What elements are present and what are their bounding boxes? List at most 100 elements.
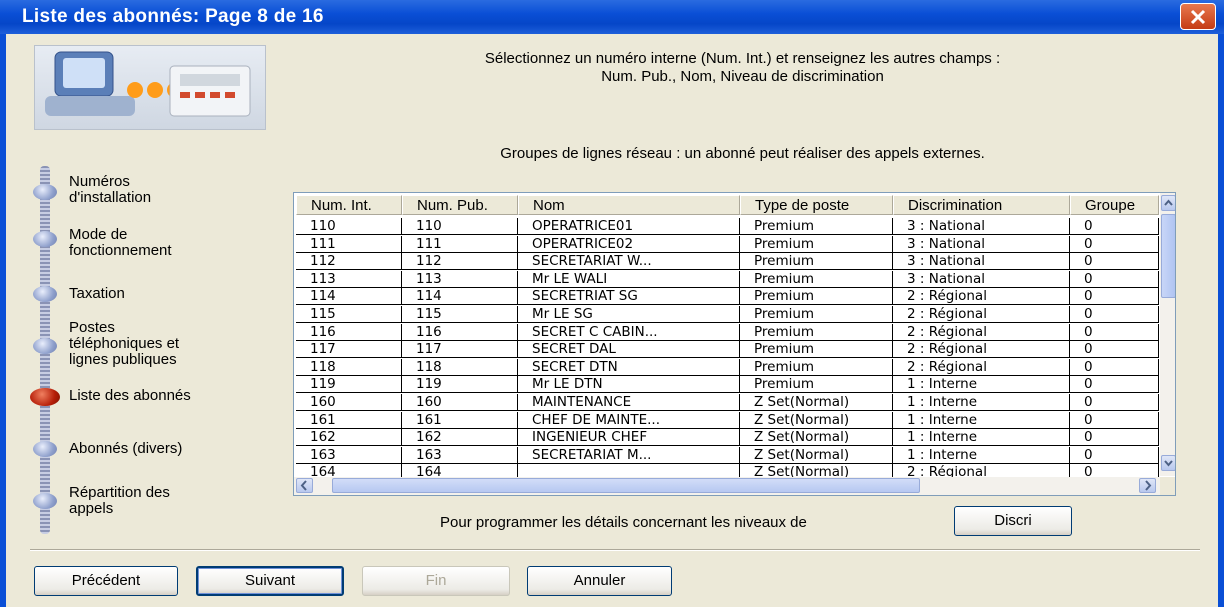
table-row[interactable]: 118 118 SECRET DTN Premium 2 : Régional 0 (294, 358, 1159, 376)
next-button[interactable]: Suivant (196, 566, 344, 596)
table-cell[interactable]: 117 (402, 341, 518, 359)
table-cell[interactable]: 112 (402, 253, 518, 271)
horizontal-scroll-thumb[interactable] (332, 478, 920, 493)
table-cell[interactable]: 116 (402, 323, 518, 341)
cancel-button[interactable]: Annuler (527, 566, 672, 596)
table-cell[interactable]: 117 (296, 341, 402, 359)
table-cell[interactable]: 0 (1070, 270, 1159, 288)
table-cell[interactable]: 162 (402, 429, 518, 447)
table-cell[interactable]: 0 (1070, 323, 1159, 341)
table-cell[interactable]: Premium (740, 376, 893, 394)
table-cell[interactable]: 2 : Régional (893, 323, 1070, 341)
table-cell[interactable]: 112 (296, 253, 402, 271)
table-cell[interactable]: MAINTENANCE (518, 394, 740, 411)
table-cell[interactable]: 116 (296, 323, 402, 341)
table-cell[interactable]: 3 : National (893, 253, 1070, 271)
table-cell[interactable]: Z Set(Normal) (740, 394, 893, 411)
table-cell[interactable]: 161 (402, 411, 518, 429)
table-cell[interactable]: Z Set(Normal) (740, 429, 893, 447)
table-cell[interactable]: 110 (402, 218, 518, 235)
table-cell[interactable]: 119 (402, 376, 518, 394)
scroll-left-button[interactable] (296, 478, 313, 493)
table-cell[interactable]: Z Set(Normal) (740, 411, 893, 429)
table-cell[interactable]: 3 : National (893, 235, 1070, 253)
vertical-scroll-thumb[interactable] (1161, 214, 1175, 298)
table-cell[interactable]: Premium (740, 306, 893, 323)
table-cell[interactable]: Premium (740, 235, 893, 253)
table-cell[interactable]: 114 (402, 288, 518, 306)
table-cell[interactable]: 1 : Interne (893, 376, 1070, 394)
table-cell[interactable]: Mr LE DTN (518, 376, 740, 394)
table-cell[interactable]: Mr LE WALI (518, 270, 740, 288)
table-row[interactable]: 161 161 CHEF DE MAINTE... Z Set(Normal) 1 : … (294, 411, 1159, 429)
col-type-poste[interactable]: Type de poste (740, 195, 893, 215)
table-cell[interactable]: 1 : Interne (893, 446, 1070, 464)
table-cell[interactable]: 0 (1070, 306, 1159, 323)
table-cell[interactable]: 0 (1070, 411, 1159, 429)
table-row[interactable]: 117 117 SECRET DAL Premium 2 : Régional 0 (294, 341, 1159, 359)
scroll-right-button[interactable] (1139, 478, 1156, 493)
table-cell[interactable]: Z Set(Normal) (740, 446, 893, 464)
table-row[interactable]: 111 111 OPERATRICE02 Premium 3 : National 0 (294, 235, 1159, 253)
table-cell[interactable]: 111 (402, 235, 518, 253)
table-row[interactable]: 116 116 SECRET C CABIN... Premium 2 : Région… (294, 323, 1159, 341)
table-cell[interactable]: Premium (740, 270, 893, 288)
table-row[interactable]: 162 162 INGENIEUR CHEF Z Set(Normal) 1 : Int… (294, 429, 1159, 447)
table-cell[interactable]: SECRET DAL (518, 341, 740, 359)
table-cell[interactable]: 0 (1070, 235, 1159, 253)
table-cell[interactable]: CHEF DE MAINTE... (518, 411, 740, 429)
scroll-up-button[interactable] (1161, 195, 1175, 211)
table-cell[interactable]: Premium (740, 253, 893, 271)
table-cell[interactable]: 163 (402, 446, 518, 464)
vertical-scrollbar[interactable] (1160, 193, 1175, 476)
table-cell[interactable]: 0 (1070, 446, 1159, 464)
table-cell[interactable]: SECRET DTN (518, 358, 740, 376)
table-row[interactable]: 115 115 Mr LE SG Premium 2 : Régional 0 (294, 306, 1159, 323)
table-cell[interactable]: 160 (402, 394, 518, 411)
table-cell[interactable]: 118 (402, 358, 518, 376)
table-cell[interactable]: 111 (296, 235, 402, 253)
table-cell[interactable]: 0 (1070, 358, 1159, 376)
table-cell[interactable]: Premium (740, 218, 893, 235)
discri-button[interactable]: Discri (954, 506, 1072, 536)
table-cell[interactable]: 162 (296, 429, 402, 447)
table-cell[interactable]: 1 : Interne (893, 429, 1070, 447)
table-cell[interactable]: 115 (402, 306, 518, 323)
table-cell[interactable]: 2 : Régional (893, 341, 1070, 359)
table-cell[interactable]: 114 (296, 288, 402, 306)
table-cell[interactable]: Premium (740, 288, 893, 306)
table-cell[interactable]: 1 : Interne (893, 411, 1070, 429)
table-cell[interactable]: SECRETARIAT W... (518, 253, 740, 271)
table-cell[interactable]: 113 (296, 270, 402, 288)
table-row[interactable]: 160 160 MAINTENANCE Z Set(Normal) 1 : Intern… (294, 394, 1159, 411)
table-cell[interactable]: 115 (296, 306, 402, 323)
table-cell[interactable]: 161 (296, 411, 402, 429)
table-cell[interactable]: INGENIEUR CHEF (518, 429, 740, 447)
table-cell[interactable]: 2 : Régional (893, 288, 1070, 306)
table-cell[interactable]: 0 (1070, 218, 1159, 235)
table-cell[interactable]: 163 (296, 446, 402, 464)
table-cell[interactable]: 0 (1070, 253, 1159, 271)
table-cell[interactable]: 0 (1070, 394, 1159, 411)
col-discrimination[interactable]: Discrimination (893, 195, 1070, 215)
table-cell[interactable]: Premium (740, 358, 893, 376)
table-cell[interactable]: 3 : National (893, 270, 1070, 288)
table-cell[interactable]: 1 : Interne (893, 394, 1070, 411)
table-row[interactable]: 113 113 Mr LE WALI Premium 3 : National 0 (294, 270, 1159, 288)
table-row[interactable]: 112 112 SECRETARIAT W... Premium 3 : Nationa… (294, 253, 1159, 271)
table-cell[interactable]: 113 (402, 270, 518, 288)
table-cell[interactable]: 3 : National (893, 218, 1070, 235)
table-cell[interactable]: SECRETRIAT SG (518, 288, 740, 306)
table-cell[interactable]: Premium (740, 323, 893, 341)
table-cell[interactable]: 160 (296, 394, 402, 411)
table-cell[interactable]: OPERATRICE01 (518, 218, 740, 235)
table-cell[interactable]: 0 (1070, 341, 1159, 359)
table-cell[interactable]: SECRETARIAT M... (518, 446, 740, 464)
table-row[interactable]: 114 114 SECRETRIAT SG Premium 2 : Régional 0 (294, 288, 1159, 306)
col-groupe[interactable]: Groupe (1070, 195, 1159, 215)
table-cell[interactable]: 110 (296, 218, 402, 235)
table-row[interactable]: 163 163 SECRETARIAT M... Z Set(Normal) 1 : I… (294, 446, 1159, 464)
horizontal-scrollbar[interactable] (294, 477, 1160, 495)
table-cell[interactable]: 0 (1070, 429, 1159, 447)
col-num-pub[interactable]: Num. Pub. (402, 195, 518, 215)
